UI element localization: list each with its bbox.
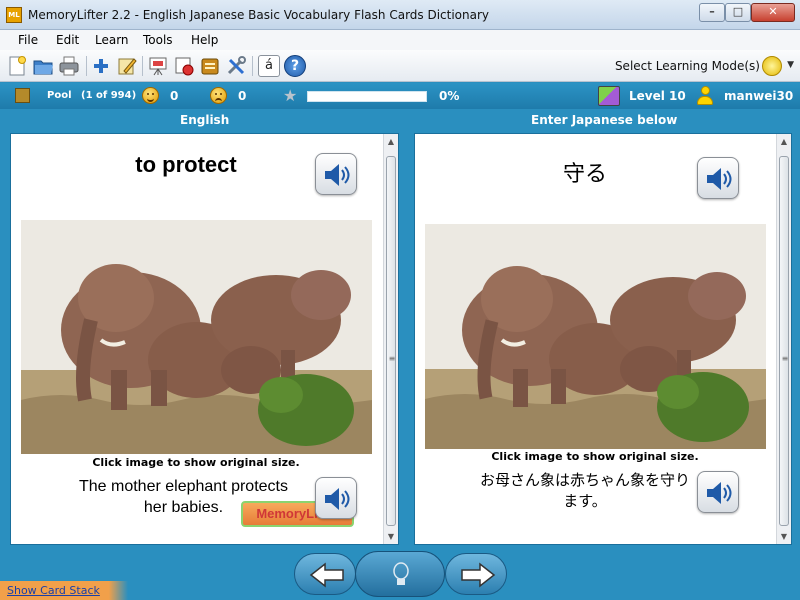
chevron-down-icon[interactable]: ▼ [787,60,794,70]
show-card-stack-link[interactable]: Show Card Stack [7,584,100,597]
sad-smiley-icon [210,87,227,104]
wrong-count: 0 [238,89,247,103]
window-title: MemoryLifter 2.2 - English Japanese Basi… [28,8,490,22]
maximize-button[interactable]: □ [725,3,751,22]
edit-icon[interactable] [116,55,138,77]
menu-help[interactable]: Help [191,33,218,47]
menu-learn[interactable]: Learn [95,33,129,47]
toolbar-separator [86,56,87,76]
pool-count: (1 of 994) [81,90,137,101]
elephant-image[interactable] [21,220,372,454]
toolbar-separator [252,56,253,76]
sentence-audio-button[interactable] [315,477,357,519]
scroll-down-icon[interactable]: ▼ [777,532,791,541]
word-audio-button[interactable] [315,153,357,195]
new-icon[interactable] [6,55,28,77]
left-scrollbar[interactable]: ▲ ≡ ▼ [383,134,398,544]
presentation-icon[interactable] [147,55,169,77]
elephant-image-answer[interactable] [425,224,766,449]
minimize-button[interactable]: – [699,3,725,22]
right-scrollbar[interactable]: ▲ ≡ ▼ [776,134,791,544]
status-bar: Pool (1 of 994) 0 0 ★ 0% Level 10 manwei… [0,83,800,109]
level-icon [598,86,620,106]
print-icon[interactable] [58,55,80,77]
close-button[interactable]: ✕ [751,3,795,22]
hint-button[interactable] [355,551,445,597]
help-icon[interactable]: ? [284,55,306,77]
progress-label: 0% [439,89,460,103]
pool-icon [15,88,30,103]
answer-sentence-audio-button[interactable] [697,471,739,513]
image-caption-answer: Click image to show original size. [491,450,699,463]
learning-mode-icon[interactable] [762,56,782,76]
open-folder-icon[interactable] [32,55,54,77]
user-name[interactable]: manwei30 [724,89,793,103]
left-column-header: English [180,113,230,127]
scroll-up-icon[interactable]: ▲ [777,137,791,146]
previous-card-button[interactable] [294,553,356,595]
happy-smiley-icon [142,87,159,104]
menu-file[interactable]: File [18,33,38,47]
stop-icon[interactable] [173,55,195,77]
scroll-grip-icon: ≡ [388,354,396,363]
next-card-button[interactable] [445,553,507,595]
question-panel: to protect Click image to show original … [10,133,399,545]
answer-audio-button[interactable] [697,157,739,199]
user-icon [696,86,714,106]
image-caption: Click image to show original size. [92,456,300,469]
correct-count: 0 [170,89,179,103]
toolbar-separator [142,56,143,76]
scroll-up-icon[interactable]: ▲ [384,137,398,146]
menu-tools[interactable]: Tools [143,33,173,47]
menu-bar: File Edit Learn Tools Help [0,30,800,50]
pool-label: Pool [47,90,72,101]
tools-icon[interactable] [225,55,247,77]
app-icon: ML [6,7,22,23]
progress-bar [307,91,427,102]
card-box-icon[interactable] [199,55,221,77]
level-label: Level 10 [629,89,686,103]
title-bar: ML MemoryLifter 2.2 - English Japanese B… [0,0,800,30]
question-word: to protect [135,152,237,177]
special-char-icon[interactable]: á [258,55,280,77]
answer-panel: 守る Click image to show original size. お母… [414,133,792,545]
right-column-header: Enter Japanese below [531,113,678,127]
menu-edit[interactable]: Edit [56,33,79,47]
add-icon[interactable] [90,55,112,77]
learning-mode-label[interactable]: Select Learning Mode(s) [615,59,760,73]
scroll-down-icon[interactable]: ▼ [384,532,398,541]
show-card-stack[interactable]: Show Card Stack [0,581,128,600]
answer-word: 守る [562,162,607,187]
star-icon: ★ [283,86,298,105]
scroll-grip-icon: ≡ [781,354,789,363]
toolbar: á ? Select Learning Mode(s) ▼ [0,50,800,82]
answer-sentence: お母さん象は赤ちゃん象を守ります。 [480,471,691,510]
